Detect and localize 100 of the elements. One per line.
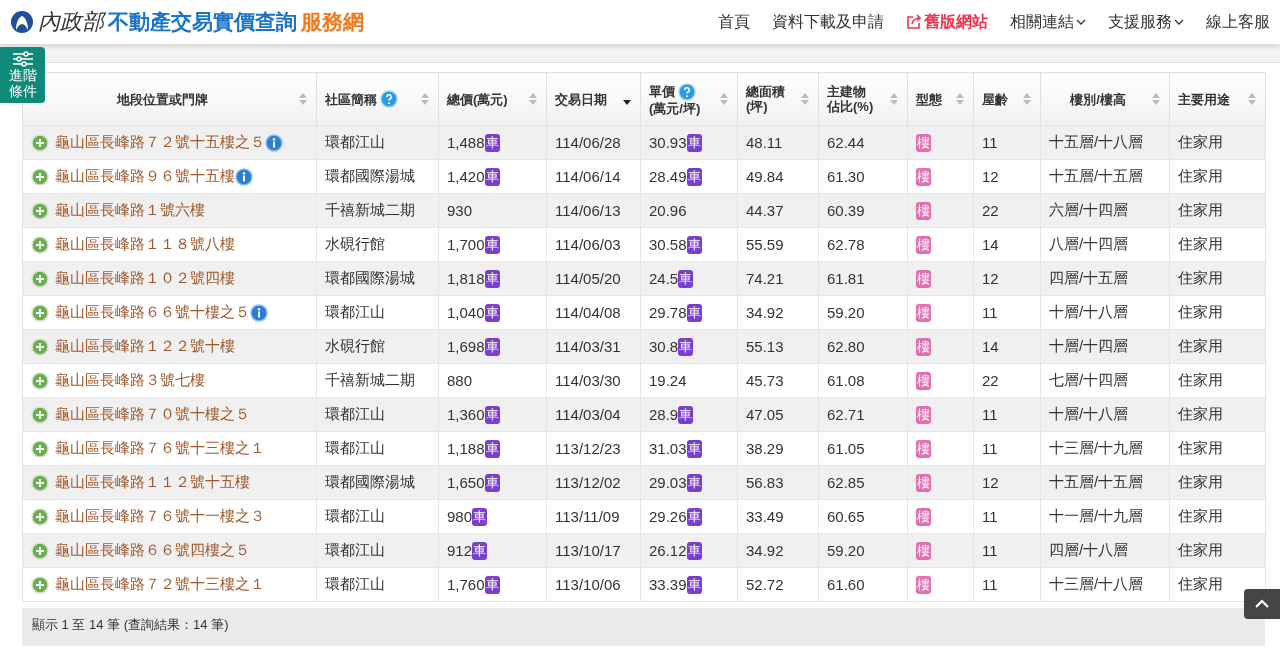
expand-icon[interactable] <box>31 303 49 322</box>
table-cell: 1,818 <box>447 270 485 287</box>
table-cell: 住家用 <box>1178 575 1223 592</box>
table-cell: 62.85 <box>827 474 865 491</box>
parking-badge: 車 <box>484 133 500 152</box>
expand-icon[interactable] <box>31 337 49 356</box>
parking-badge: 車 <box>484 269 500 288</box>
parking-badge: 車 <box>472 541 488 560</box>
nav-link[interactable]: 相關連結 <box>1010 11 1086 33</box>
table-cell: 十五層/十五層 <box>1049 473 1144 490</box>
table-cell: 四層/十八層 <box>1049 541 1129 558</box>
table-cell: 48.11 <box>746 134 783 151</box>
table-cell: 28.9 <box>649 406 679 423</box>
table-cell: 113/10/17 <box>555 542 621 559</box>
column-label: 單價 <box>649 84 675 99</box>
nav-link[interactable]: 支援服務 <box>1108 11 1184 33</box>
expand-icon[interactable] <box>31 575 49 594</box>
type-badge: 樓 <box>916 542 931 560</box>
column-header[interactable]: 單價 (萬元/坪) <box>640 72 738 126</box>
table-cell: 114/06/03 <box>555 236 621 253</box>
column-label: 屋齡 <box>982 91 1008 107</box>
expand-icon[interactable] <box>31 269 49 288</box>
parking-badge: 車 <box>686 473 702 492</box>
table-cell: 住家用 <box>1178 405 1223 422</box>
nav-link[interactable]: 資料下載及申請 <box>772 11 884 33</box>
table-cell: 十三層/十八層 <box>1049 575 1144 592</box>
table-cell: 1,760 <box>447 576 485 593</box>
expand-icon[interactable] <box>31 371 49 390</box>
table-cell: 1,420 <box>447 168 485 185</box>
table-cell: 47.05 <box>746 406 784 423</box>
table-cell: 十三層/十九層 <box>1049 439 1144 456</box>
column-label: 主要用途 <box>1178 91 1230 107</box>
table-cell: 62.71 <box>827 406 865 423</box>
table-cell: 24.5 <box>649 270 679 287</box>
column-header[interactable]: 總面積 (坪) <box>737 72 819 126</box>
type-badge: 樓 <box>916 474 931 492</box>
table-cell: 55.59 <box>746 236 784 253</box>
expand-icon[interactable] <box>31 133 49 152</box>
table-cell: 環都國際湯城 <box>325 473 415 490</box>
table-cell: 30.58 <box>649 236 687 253</box>
table-cell: 62.80 <box>827 338 865 355</box>
table-cell: 61.08 <box>827 372 865 389</box>
back-to-top-button[interactable] <box>1244 589 1280 619</box>
table-cell: 113/12/23 <box>555 440 621 457</box>
type-badge: 樓 <box>916 576 931 594</box>
table-cell: 912 <box>447 542 473 559</box>
table-cell: 1,700 <box>447 236 485 253</box>
column-label: (萬元/坪) <box>649 100 701 116</box>
column-header[interactable]: 總價(萬元) <box>438 72 547 126</box>
table-cell: 30.93 <box>649 134 687 151</box>
info-icon[interactable] <box>235 167 253 186</box>
expand-icon[interactable] <box>31 167 49 186</box>
nav-link[interactable]: 線上客服 <box>1206 11 1270 33</box>
table-cell: 60.65 <box>827 508 865 525</box>
emblem-icon <box>10 10 34 34</box>
table-cell: 環都江山 <box>325 507 385 524</box>
column-header[interactable]: 社區簡稱 <box>316 72 439 126</box>
site-title-suffix: 服務網 <box>301 9 364 35</box>
expand-icon[interactable] <box>31 541 49 560</box>
ministry-name: 內政部 <box>38 8 104 36</box>
column-header[interactable]: 交易日期 <box>546 72 641 126</box>
expand-icon[interactable] <box>31 507 49 526</box>
table-cell: 114/03/31 <box>555 338 621 355</box>
column-header[interactable]: 主建物 佔比(%) <box>818 72 908 126</box>
table-cell: 1,360 <box>447 406 485 423</box>
parking-badge: 車 <box>686 303 702 322</box>
expand-icon[interactable] <box>31 201 49 220</box>
column-header[interactable]: 樓別/樓高 <box>1040 72 1170 126</box>
nav-link[interactable]: 舊版網站 <box>906 11 988 33</box>
column-header[interactable]: 主要用途 <box>1169 72 1266 126</box>
help-icon[interactable] <box>380 90 398 108</box>
expand-icon[interactable] <box>31 439 49 458</box>
table-cell: 38.29 <box>746 440 784 457</box>
expand-icon[interactable] <box>31 235 49 254</box>
info-icon[interactable] <box>265 133 283 152</box>
parking-badge: 車 <box>484 473 500 492</box>
table-cell: 11 <box>982 508 998 525</box>
table-cell: 59.20 <box>827 304 865 321</box>
parking-badge: 車 <box>484 405 500 424</box>
column-header[interactable]: 屋齡 <box>973 72 1041 126</box>
table-cell: 880 <box>447 372 473 389</box>
table-cell: 61.60 <box>827 576 865 593</box>
column-header[interactable]: 型態 <box>907 72 974 126</box>
type-badge: 樓 <box>916 270 931 288</box>
help-icon[interactable] <box>678 82 696 101</box>
advanced-filter-button[interactable]: 進階條件 <box>0 47 45 103</box>
expand-icon[interactable] <box>31 405 49 424</box>
result-summary: 顯示 1 至 14 筆 (查詢結果：14 筆) <box>32 617 229 632</box>
table-cell: 114/06/13 <box>555 202 621 219</box>
table-cell: 62.44 <box>827 134 865 151</box>
table-cell: 千禧新城二期 <box>325 201 415 218</box>
expand-icon[interactable] <box>31 473 49 492</box>
table-cell: 11 <box>982 304 998 321</box>
table-cell: 1,650 <box>447 474 485 491</box>
table-cell: 62.78 <box>827 236 865 253</box>
info-icon[interactable] <box>250 303 268 322</box>
table-cell: 環都江山 <box>325 439 385 456</box>
nav-link[interactable]: 首頁 <box>718 11 750 33</box>
column-label: 總價(萬元) <box>447 91 508 107</box>
table-cell: 八層/十四層 <box>1049 235 1129 252</box>
